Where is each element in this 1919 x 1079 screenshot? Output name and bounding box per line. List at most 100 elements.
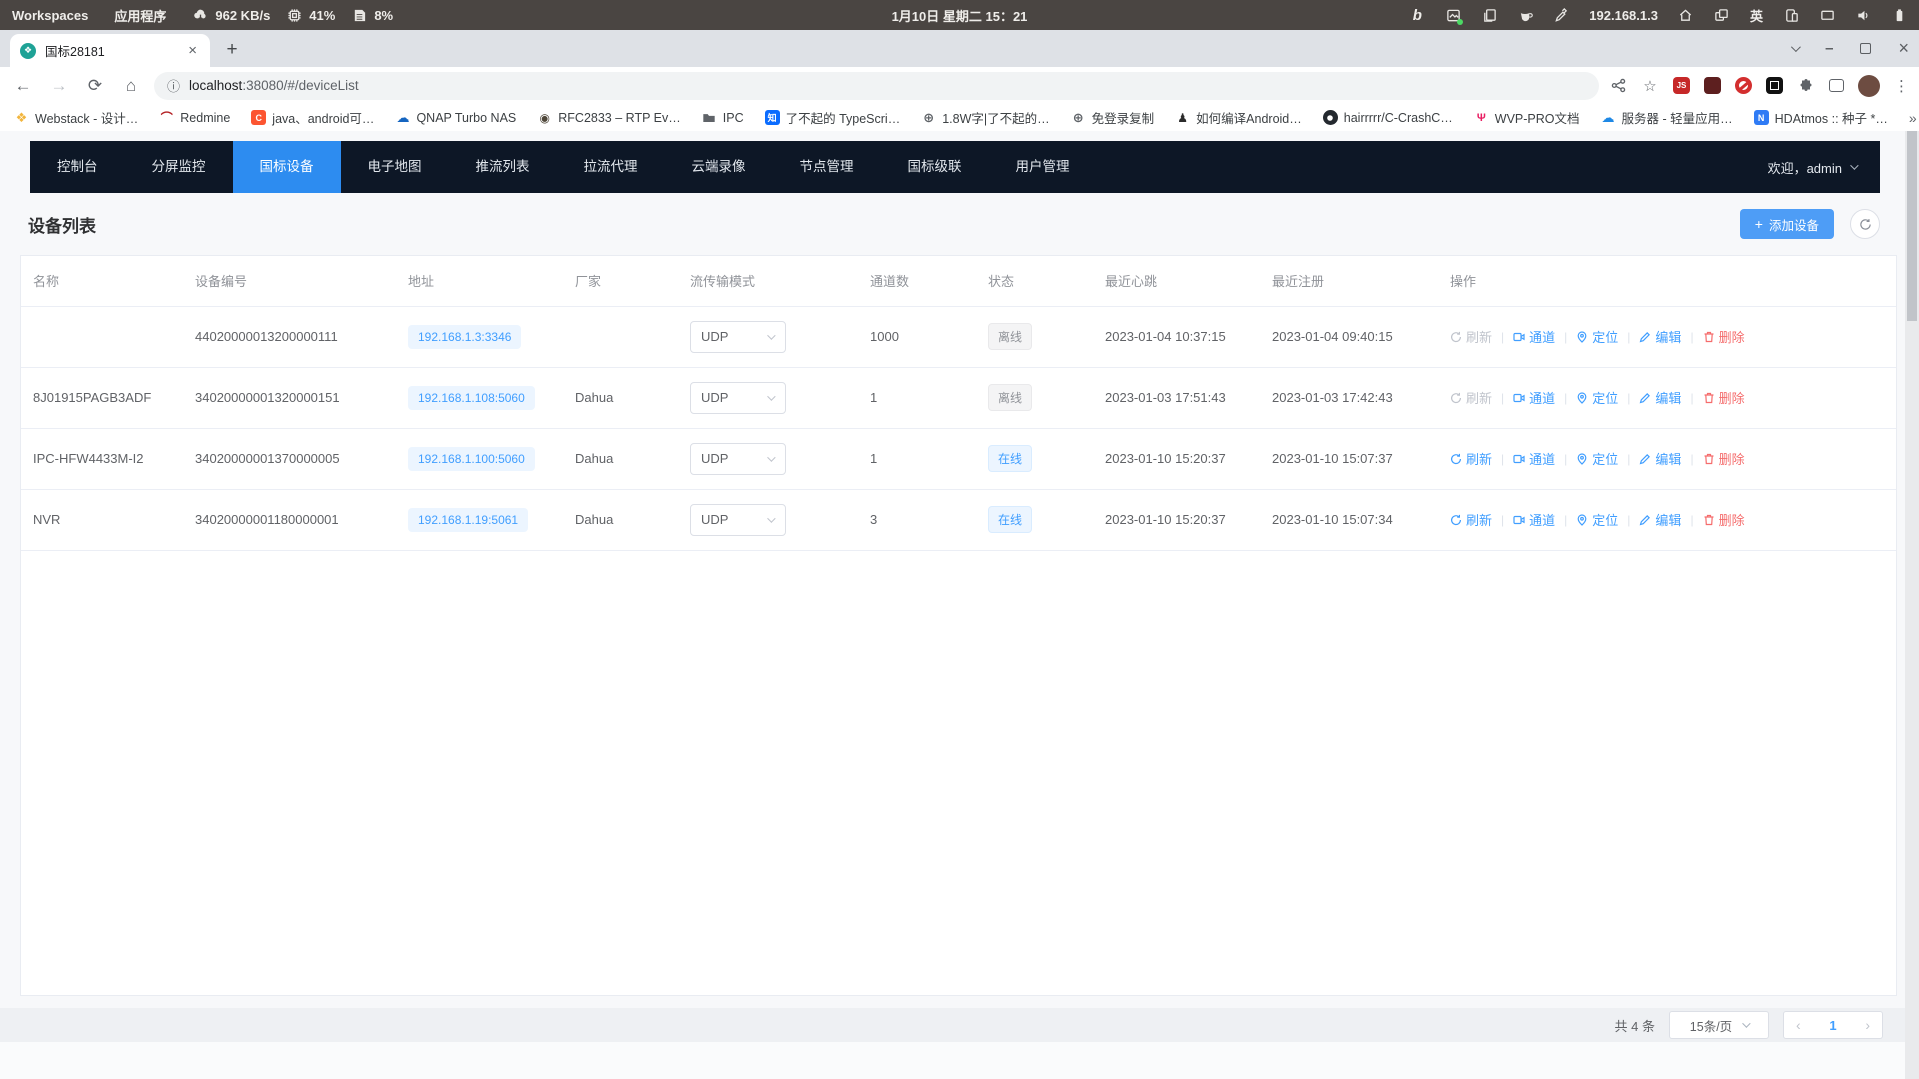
home-icon[interactable] bbox=[1678, 7, 1694, 23]
bookmark-copy-free[interactable]: ⊕免登录复制 bbox=[1071, 108, 1155, 127]
scrollbar-thumb[interactable] bbox=[1907, 131, 1917, 321]
stream-mode-select[interactable]: UDP bbox=[690, 504, 786, 536]
coffee-icon[interactable] bbox=[1517, 7, 1533, 23]
refresh-action[interactable]: 刷新 bbox=[1450, 449, 1492, 468]
bookmark-zhihu-ts[interactable]: 知了不起的 TypeScri… bbox=[765, 108, 901, 127]
bookmark-qnap[interactable]: ☁QNAP Turbo NAS bbox=[395, 110, 516, 125]
address-bar[interactable]: ⓘ localhost:38080/#/deviceList bbox=[154, 72, 1599, 100]
extension-adblock-icon[interactable] bbox=[1735, 77, 1752, 94]
delete-action[interactable]: 删除 bbox=[1703, 449, 1745, 468]
stream-mode-select[interactable]: UDP bbox=[690, 443, 786, 475]
page-scrollbar[interactable] bbox=[1905, 131, 1919, 1079]
reload-button[interactable]: ⟳ bbox=[82, 76, 108, 96]
nav-item-gb-cascade[interactable]: 国标级联 bbox=[881, 141, 989, 193]
window-close-button[interactable]: × bbox=[1898, 38, 1909, 59]
window-restore-button[interactable] bbox=[1860, 43, 1871, 54]
delete-action[interactable]: 删除 bbox=[1703, 327, 1745, 346]
share-icon[interactable] bbox=[1609, 77, 1627, 95]
nav-item-cloud-record[interactable]: 云端录像 bbox=[665, 141, 773, 193]
bookmark-cloud-server[interactable]: ☁服务器 - 轻量应用… bbox=[1601, 108, 1733, 127]
browser-menu-icon[interactable]: ⋮ bbox=[1894, 77, 1909, 95]
next-page-button[interactable]: › bbox=[1865, 1017, 1870, 1033]
image-indicator-icon[interactable] bbox=[1445, 7, 1461, 23]
extension-idm-icon[interactable] bbox=[1704, 77, 1721, 94]
refresh-action[interactable]: 刷新 bbox=[1450, 388, 1492, 407]
side-panel-icon[interactable] bbox=[1829, 79, 1844, 92]
bookmark-wvp-docs[interactable]: ΨWVP-PRO文档 bbox=[1474, 108, 1580, 127]
edit-action[interactable]: 编辑 bbox=[1639, 449, 1681, 468]
bookmark-github[interactable]: hairrrrr/C-CrashC… bbox=[1323, 110, 1453, 125]
bookmark-csdn[interactable]: Cjava、android可… bbox=[251, 108, 374, 127]
stream-mode-select[interactable]: UDP bbox=[690, 321, 786, 353]
back-button[interactable]: ← bbox=[10, 76, 36, 96]
locate-action[interactable]: 定位 bbox=[1576, 510, 1618, 529]
prev-page-button[interactable]: ‹ bbox=[1796, 1017, 1801, 1033]
edit-action[interactable]: 编辑 bbox=[1639, 510, 1681, 529]
refresh-list-button[interactable] bbox=[1850, 209, 1880, 239]
tab-search-icon[interactable] bbox=[1791, 42, 1801, 52]
volume-icon[interactable] bbox=[1855, 7, 1871, 23]
cpu-usage[interactable]: 41% bbox=[286, 7, 335, 23]
nav-item-user-mgmt[interactable]: 用户管理 bbox=[989, 141, 1097, 193]
profile-avatar[interactable] bbox=[1858, 75, 1880, 97]
display-icon[interactable] bbox=[1819, 7, 1835, 23]
ip-address-indicator[interactable]: 192.168.1.3 bbox=[1589, 8, 1658, 23]
extension-js-icon[interactable]: JS bbox=[1673, 77, 1690, 94]
network-speed[interactable]: 962 KB/s bbox=[192, 7, 270, 23]
new-tab-button[interactable]: + bbox=[218, 36, 246, 64]
user-menu[interactable]: 欢迎，admin bbox=[1768, 158, 1880, 177]
nav-item-node-mgmt[interactable]: 节点管理 bbox=[773, 141, 881, 193]
bookmark-android-build[interactable]: ♟如何编译Android… bbox=[1175, 108, 1302, 127]
locate-action[interactable]: 定位 bbox=[1576, 388, 1618, 407]
browser-home-button[interactable]: ⌂ bbox=[118, 76, 144, 96]
channel-action[interactable]: 通道 bbox=[1513, 510, 1555, 529]
phone-link-icon[interactable] bbox=[1783, 7, 1799, 23]
bookmark-ipc-folder[interactable]: IPC bbox=[702, 110, 744, 125]
delete-action[interactable]: 删除 bbox=[1703, 510, 1745, 529]
applications-menu[interactable]: 应用程序 bbox=[114, 6, 166, 25]
current-page[interactable]: 1 bbox=[1829, 1018, 1836, 1033]
workspace-switcher-icon[interactable] bbox=[1714, 7, 1730, 23]
page-size-select[interactable]: 15条/页 bbox=[1669, 1011, 1769, 1039]
forward-button[interactable]: → bbox=[46, 76, 72, 96]
locate-action[interactable]: 定位 bbox=[1576, 327, 1618, 346]
bing-icon[interactable]: b bbox=[1409, 7, 1425, 23]
nav-item-push-list[interactable]: 推流列表 bbox=[449, 141, 557, 193]
nav-item-gb-devices[interactable]: 国标设备 bbox=[233, 141, 341, 193]
clipboard-icon[interactable] bbox=[1481, 7, 1497, 23]
delete-action[interactable]: 删除 bbox=[1703, 388, 1745, 407]
app-nav-bar: 控制台 分屏监控 国标设备 电子地图 推流列表 拉流代理 云端录像 节点管理 国… bbox=[30, 141, 1880, 193]
extension-box-icon[interactable] bbox=[1766, 77, 1783, 94]
channel-action[interactable]: 通道 bbox=[1513, 449, 1555, 468]
site-info-icon[interactable]: ⓘ bbox=[167, 76, 180, 95]
bookmark-redmine[interactable]: ⌒Redmine bbox=[159, 110, 230, 125]
bookmark-webstack[interactable]: ❖Webstack - 设计… bbox=[14, 108, 138, 127]
stream-mode-select[interactable]: UDP bbox=[690, 382, 786, 414]
extensions-puzzle-icon[interactable] bbox=[1797, 77, 1815, 95]
nav-item-pull-proxy[interactable]: 拉流代理 bbox=[557, 141, 665, 193]
channel-action[interactable]: 通道 bbox=[1513, 388, 1555, 407]
bookmark-ts-article[interactable]: ⊕1.8W字|了不起的… bbox=[921, 108, 1049, 127]
edit-action[interactable]: 编辑 bbox=[1639, 388, 1681, 407]
workspaces-button[interactable]: Workspaces bbox=[12, 8, 88, 23]
input-method-indicator[interactable]: 英 bbox=[1750, 6, 1763, 25]
window-minimize-button[interactable]: – bbox=[1825, 40, 1833, 57]
tab-close-icon[interactable]: × bbox=[185, 42, 200, 59]
bookmark-rfc2833[interactable]: ◉RFC2833 – RTP Ev… bbox=[537, 110, 681, 125]
nav-item-emap[interactable]: 电子地图 bbox=[341, 141, 449, 193]
refresh-action[interactable]: 刷新 bbox=[1450, 510, 1492, 529]
nav-item-console[interactable]: 控制台 bbox=[30, 141, 125, 193]
channel-action[interactable]: 通道 bbox=[1513, 327, 1555, 346]
browser-tab[interactable]: ❖ 国标28181 × bbox=[10, 34, 210, 67]
bookmark-hdatmos[interactable]: NHDAtmos :: 种子 *… bbox=[1754, 108, 1888, 127]
refresh-action[interactable]: 刷新 bbox=[1450, 327, 1492, 346]
bookmarks-overflow-icon[interactable]: » bbox=[1909, 110, 1917, 126]
memory-usage[interactable]: 8% bbox=[351, 7, 393, 23]
bookmark-star-icon[interactable]: ☆ bbox=[1641, 77, 1659, 95]
locate-action[interactable]: 定位 bbox=[1576, 449, 1618, 468]
battery-icon[interactable] bbox=[1891, 7, 1907, 23]
add-device-button[interactable]: + 添加设备 bbox=[1740, 209, 1834, 239]
nav-item-split-monitor[interactable]: 分屏监控 bbox=[125, 141, 233, 193]
edit-action[interactable]: 编辑 bbox=[1639, 327, 1681, 346]
color-picker-icon[interactable] bbox=[1553, 7, 1569, 23]
